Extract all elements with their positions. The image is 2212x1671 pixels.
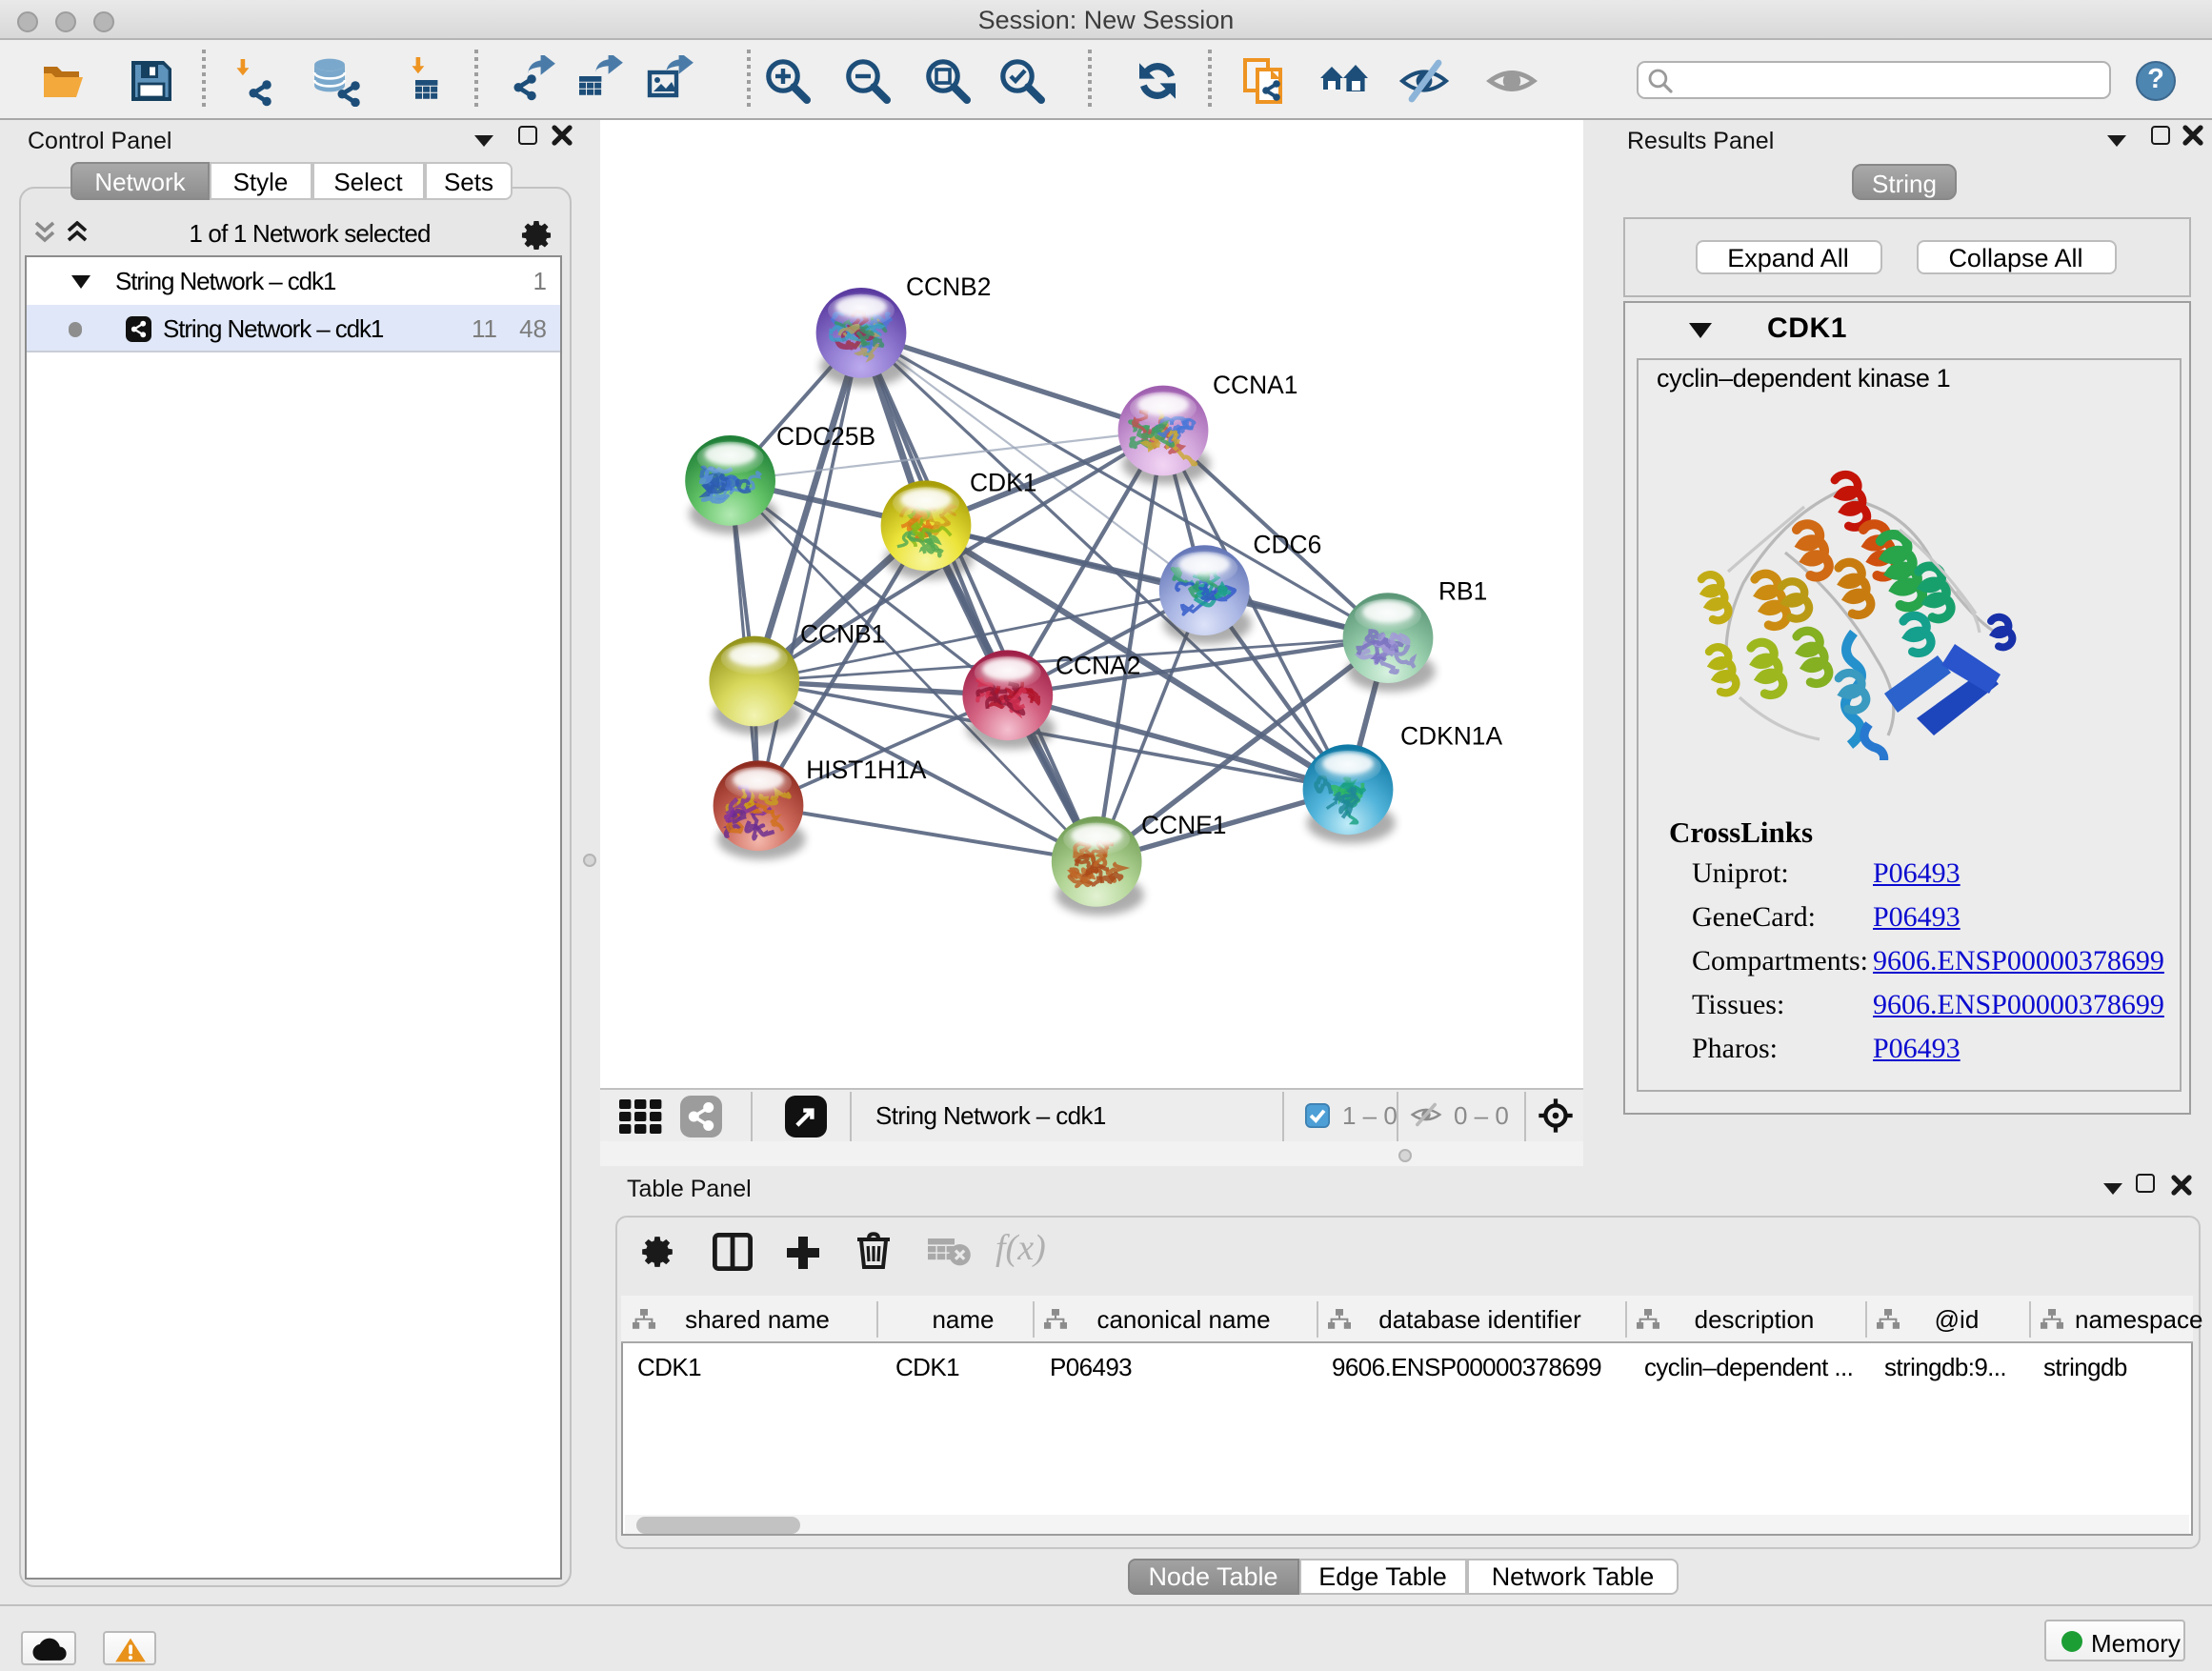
svg-text:CDC25B: CDC25B	[775, 421, 875, 450]
svg-text:HIST1H1A: HIST1H1A	[805, 755, 926, 783]
svg-text:CDC6: CDC6	[1252, 529, 1320, 557]
svg-text:CDK1: CDK1	[969, 467, 1036, 495]
svg-text:CCNB2: CCNB2	[905, 272, 990, 300]
svg-text:RB1: RB1	[1438, 575, 1486, 604]
svg-text:CCNB1: CCNB1	[799, 619, 884, 648]
svg-text:CCNE1: CCNE1	[1140, 810, 1225, 838]
svg-text:CCNA2: CCNA2	[1055, 650, 1139, 678]
svg-text:CCNA1: CCNA1	[1212, 370, 1297, 398]
svg-text:CDKN1A: CDKN1A	[1399, 720, 1501, 749]
